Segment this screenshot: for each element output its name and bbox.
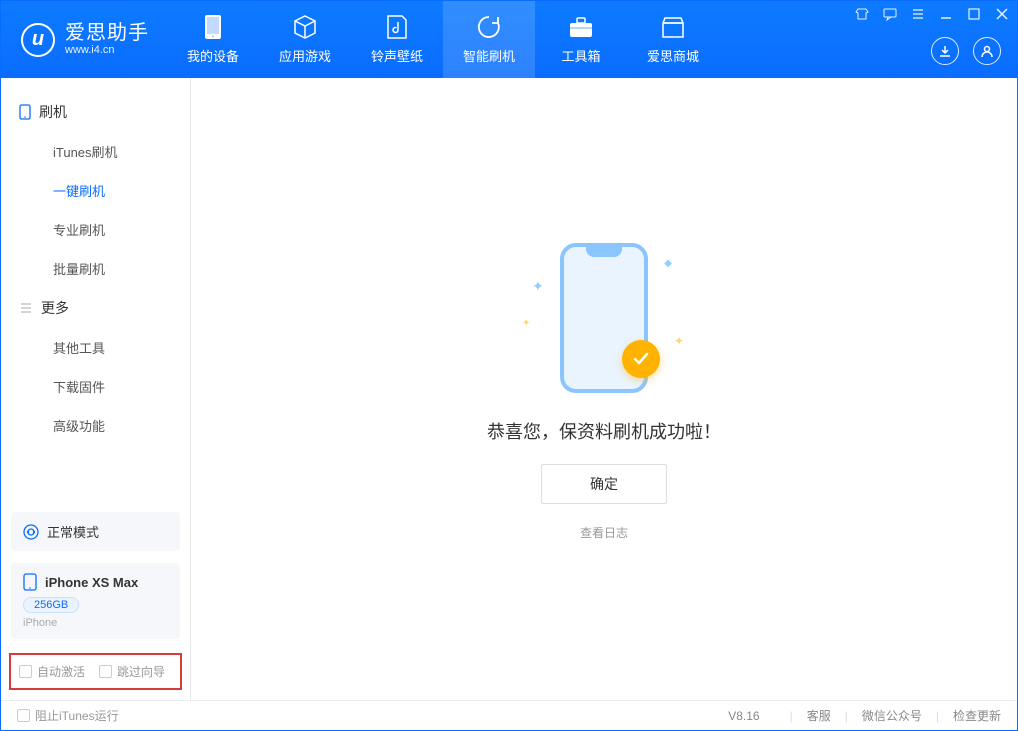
sidebar-checks-highlighted: 自动激活 跳过向导 <box>9 653 182 690</box>
footer: 阻止iTunes运行 V8.16 | 客服 | 微信公众号 | 检查更新 <box>1 700 1017 730</box>
close-icon[interactable] <box>993 5 1011 23</box>
mode-label: 正常模式 <box>47 522 99 541</box>
sidebar-item-oneclick-flash[interactable]: 一键刷机 <box>1 171 190 210</box>
tab-smart-flash[interactable]: 智能刷机 <box>443 1 535 78</box>
titlebar-right-icons <box>931 37 1001 65</box>
check-label: 自动激活 <box>37 663 85 680</box>
tab-apps-games[interactable]: 应用游戏 <box>259 1 351 78</box>
device-name: iPhone XS Max <box>45 575 138 590</box>
tab-label: 铃声壁纸 <box>371 46 423 65</box>
footer-link-wechat[interactable]: 微信公众号 <box>862 707 922 724</box>
device-capacity: 256GB <box>23 597 79 613</box>
ok-button[interactable]: 确定 <box>541 464 667 504</box>
toolbox-icon <box>568 14 594 40</box>
app-window: u 爱思助手 www.i4.cn 我的设备 应用游戏 铃声壁纸 智能刷机 <box>0 0 1018 731</box>
sparkle-icon: ✦ <box>532 278 544 295</box>
device-icon <box>200 14 226 40</box>
sparkle-icon: ✦ <box>674 334 684 348</box>
device-type: iPhone <box>23 617 168 629</box>
list-icon <box>19 301 33 315</box>
view-log-link[interactable]: 查看日志 <box>580 524 628 541</box>
menu-icon[interactable] <box>909 5 927 23</box>
minimize-icon[interactable] <box>937 5 955 23</box>
footer-link-update[interactable]: 检查更新 <box>953 707 1001 724</box>
store-icon <box>660 14 686 40</box>
sidebar: 刷机 iTunes刷机 一键刷机 专业刷机 批量刷机 更多 其他工具 下载固件 … <box>1 78 191 700</box>
sidebar-group-flash: 刷机 <box>1 92 190 132</box>
sidebar-group-more: 更多 <box>1 288 190 328</box>
tab-label: 应用游戏 <box>279 46 331 65</box>
checkbox-icon <box>19 665 32 678</box>
checkbox-icon <box>17 709 30 722</box>
check-skip-setup[interactable]: 跳过向导 <box>99 663 165 680</box>
version-label: V8.16 <box>728 709 759 723</box>
tab-label: 工具箱 <box>561 46 600 65</box>
check-auto-activate[interactable]: 自动激活 <box>19 663 85 680</box>
sidebar-item-download-firmware[interactable]: 下载固件 <box>1 367 190 406</box>
cube-icon <box>292 14 318 40</box>
nav-tabs: 我的设备 应用游戏 铃声壁纸 智能刷机 工具箱 爱思商城 <box>167 1 719 78</box>
logo-icon: u <box>21 23 55 57</box>
download-icon[interactable] <box>931 37 959 65</box>
checkbox-icon <box>99 665 112 678</box>
footer-left: 阻止iTunes运行 <box>17 707 119 724</box>
sidebar-item-batch-flash[interactable]: 批量刷机 <box>1 249 190 288</box>
user-icon[interactable] <box>973 37 1001 65</box>
sidebar-group-title: 更多 <box>41 298 69 318</box>
success-illustration: ✦ ✦ ◆ ✦ <box>514 238 694 398</box>
logo-text: 爱思助手 www.i4.cn <box>65 22 149 56</box>
titlebar: u 爱思助手 www.i4.cn 我的设备 应用游戏 铃声壁纸 智能刷机 <box>1 1 1017 78</box>
body: 刷机 iTunes刷机 一键刷机 专业刷机 批量刷机 更多 其他工具 下载固件 … <box>1 78 1017 700</box>
sidebar-item-other-tools[interactable]: 其他工具 <box>1 328 190 367</box>
phone-small-icon <box>19 104 31 120</box>
success-message: 恭喜您，保资料刷机成功啦！ <box>487 418 721 444</box>
main-content: ✦ ✦ ◆ ✦ 恭喜您，保资料刷机成功啦！ 确定 查看日志 <box>191 78 1017 700</box>
tab-store[interactable]: 爱思商城 <box>627 1 719 78</box>
sparkle-icon: ✦ <box>522 318 530 329</box>
tab-label: 我的设备 <box>187 46 239 65</box>
music-file-icon <box>384 14 410 40</box>
tab-label: 智能刷机 <box>463 46 515 65</box>
sidebar-device-info[interactable]: iPhone XS Max 256GB iPhone <box>11 563 180 639</box>
check-block-itunes[interactable]: 阻止iTunes运行 <box>17 707 119 724</box>
app-name-cn: 爱思助手 <box>65 22 149 44</box>
sidebar-item-advanced[interactable]: 高级功能 <box>1 406 190 445</box>
refresh-shield-icon <box>476 14 502 40</box>
sidebar-item-itunes-flash[interactable]: iTunes刷机 <box>1 132 190 171</box>
tab-my-device[interactable]: 我的设备 <box>167 1 259 78</box>
sync-icon <box>23 524 39 540</box>
maximize-icon[interactable] <box>965 5 983 23</box>
sidebar-group-title: 刷机 <box>39 102 67 122</box>
tab-label: 爱思商城 <box>647 46 699 65</box>
check-label: 跳过向导 <box>117 663 165 680</box>
app-name-en: www.i4.cn <box>65 44 149 56</box>
shirt-icon[interactable] <box>853 5 871 23</box>
footer-link-service[interactable]: 客服 <box>807 707 831 724</box>
tab-ringtones-wallpapers[interactable]: 铃声壁纸 <box>351 1 443 78</box>
feedback-icon[interactable] <box>881 5 899 23</box>
sidebar-item-pro-flash[interactable]: 专业刷机 <box>1 210 190 249</box>
window-controls <box>853 5 1011 23</box>
sidebar-spacer <box>1 445 190 506</box>
logo-area: u 爱思助手 www.i4.cn <box>1 1 167 78</box>
sidebar-mode-block[interactable]: 正常模式 <box>11 512 180 551</box>
device-small-icon <box>23 573 37 591</box>
success-check-icon <box>622 340 660 378</box>
tab-toolbox[interactable]: 工具箱 <box>535 1 627 78</box>
check-label: 阻止iTunes运行 <box>35 707 119 724</box>
sparkle-icon: ◆ <box>664 258 672 269</box>
